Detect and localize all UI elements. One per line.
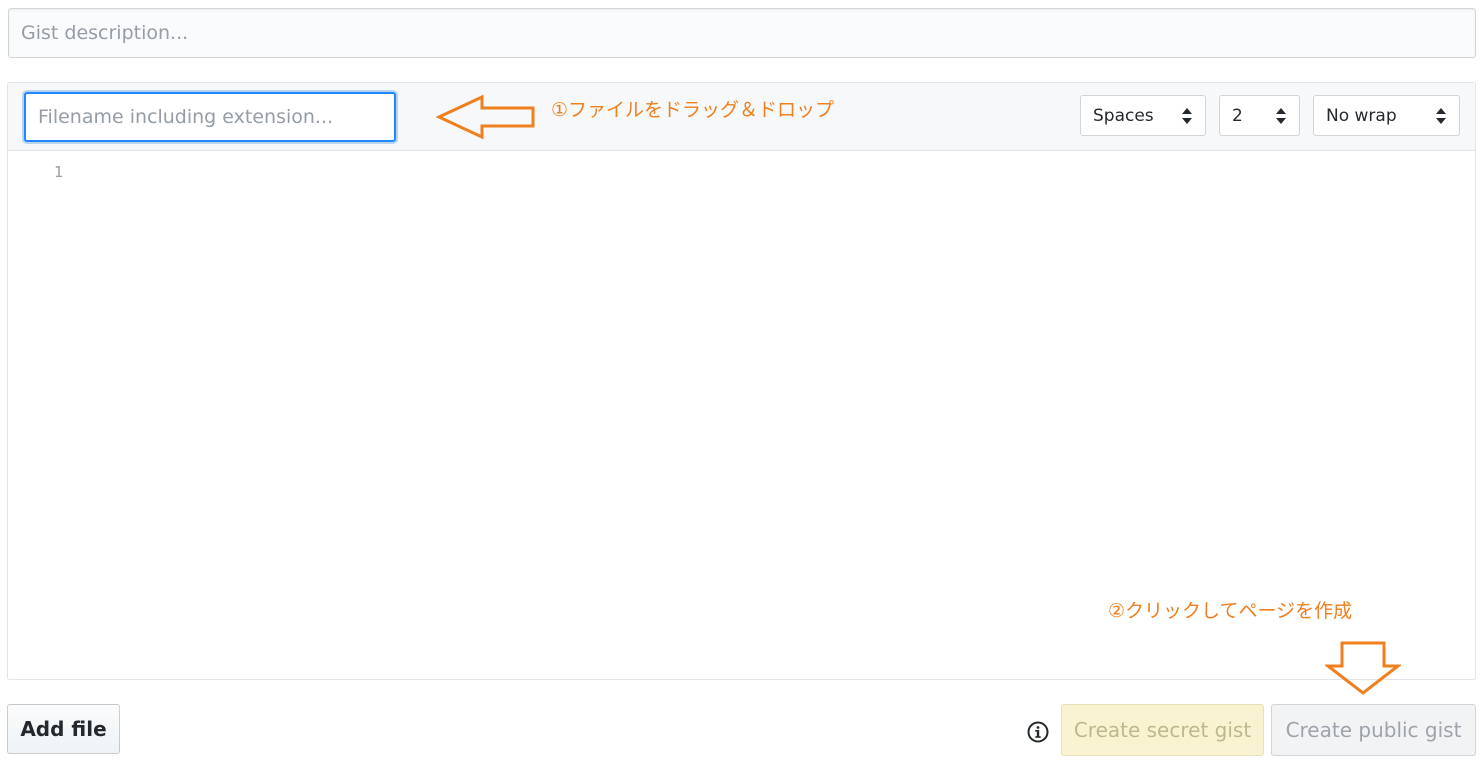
file-editor: Spaces 2 No wrap 1: [7, 82, 1476, 680]
filename-input[interactable]: [24, 92, 396, 142]
info-icon[interactable]: [1027, 721, 1049, 743]
create-public-gist-button[interactable]: Create public gist: [1271, 704, 1476, 756]
caret-up-down-icon: [1182, 107, 1192, 124]
caret-up-down-icon: [1276, 107, 1286, 124]
down-arrow-annotation: [1325, 641, 1401, 695]
indent-mode-value: Spaces: [1093, 105, 1154, 126]
indent-size-select[interactable]: 2: [1219, 95, 1300, 136]
annotation-step2: ②クリックしてページを作成: [1108, 600, 1353, 622]
line-number: 1: [54, 163, 64, 181]
add-file-button[interactable]: Add file: [7, 704, 120, 754]
gist-description-input[interactable]: [8, 8, 1476, 58]
wrap-mode-value: No wrap: [1326, 105, 1397, 126]
caret-up-down-icon: [1436, 107, 1446, 124]
annotation-step1: ①ファイルをドラッグ＆ドロップ: [551, 99, 835, 121]
wrap-mode-select[interactable]: No wrap: [1313, 95, 1460, 136]
indent-size-value: 2: [1232, 105, 1243, 126]
indent-mode-select[interactable]: Spaces: [1080, 95, 1206, 136]
create-secret-gist-button[interactable]: Create secret gist: [1061, 704, 1264, 756]
left-arrow-annotation: [436, 94, 535, 140]
